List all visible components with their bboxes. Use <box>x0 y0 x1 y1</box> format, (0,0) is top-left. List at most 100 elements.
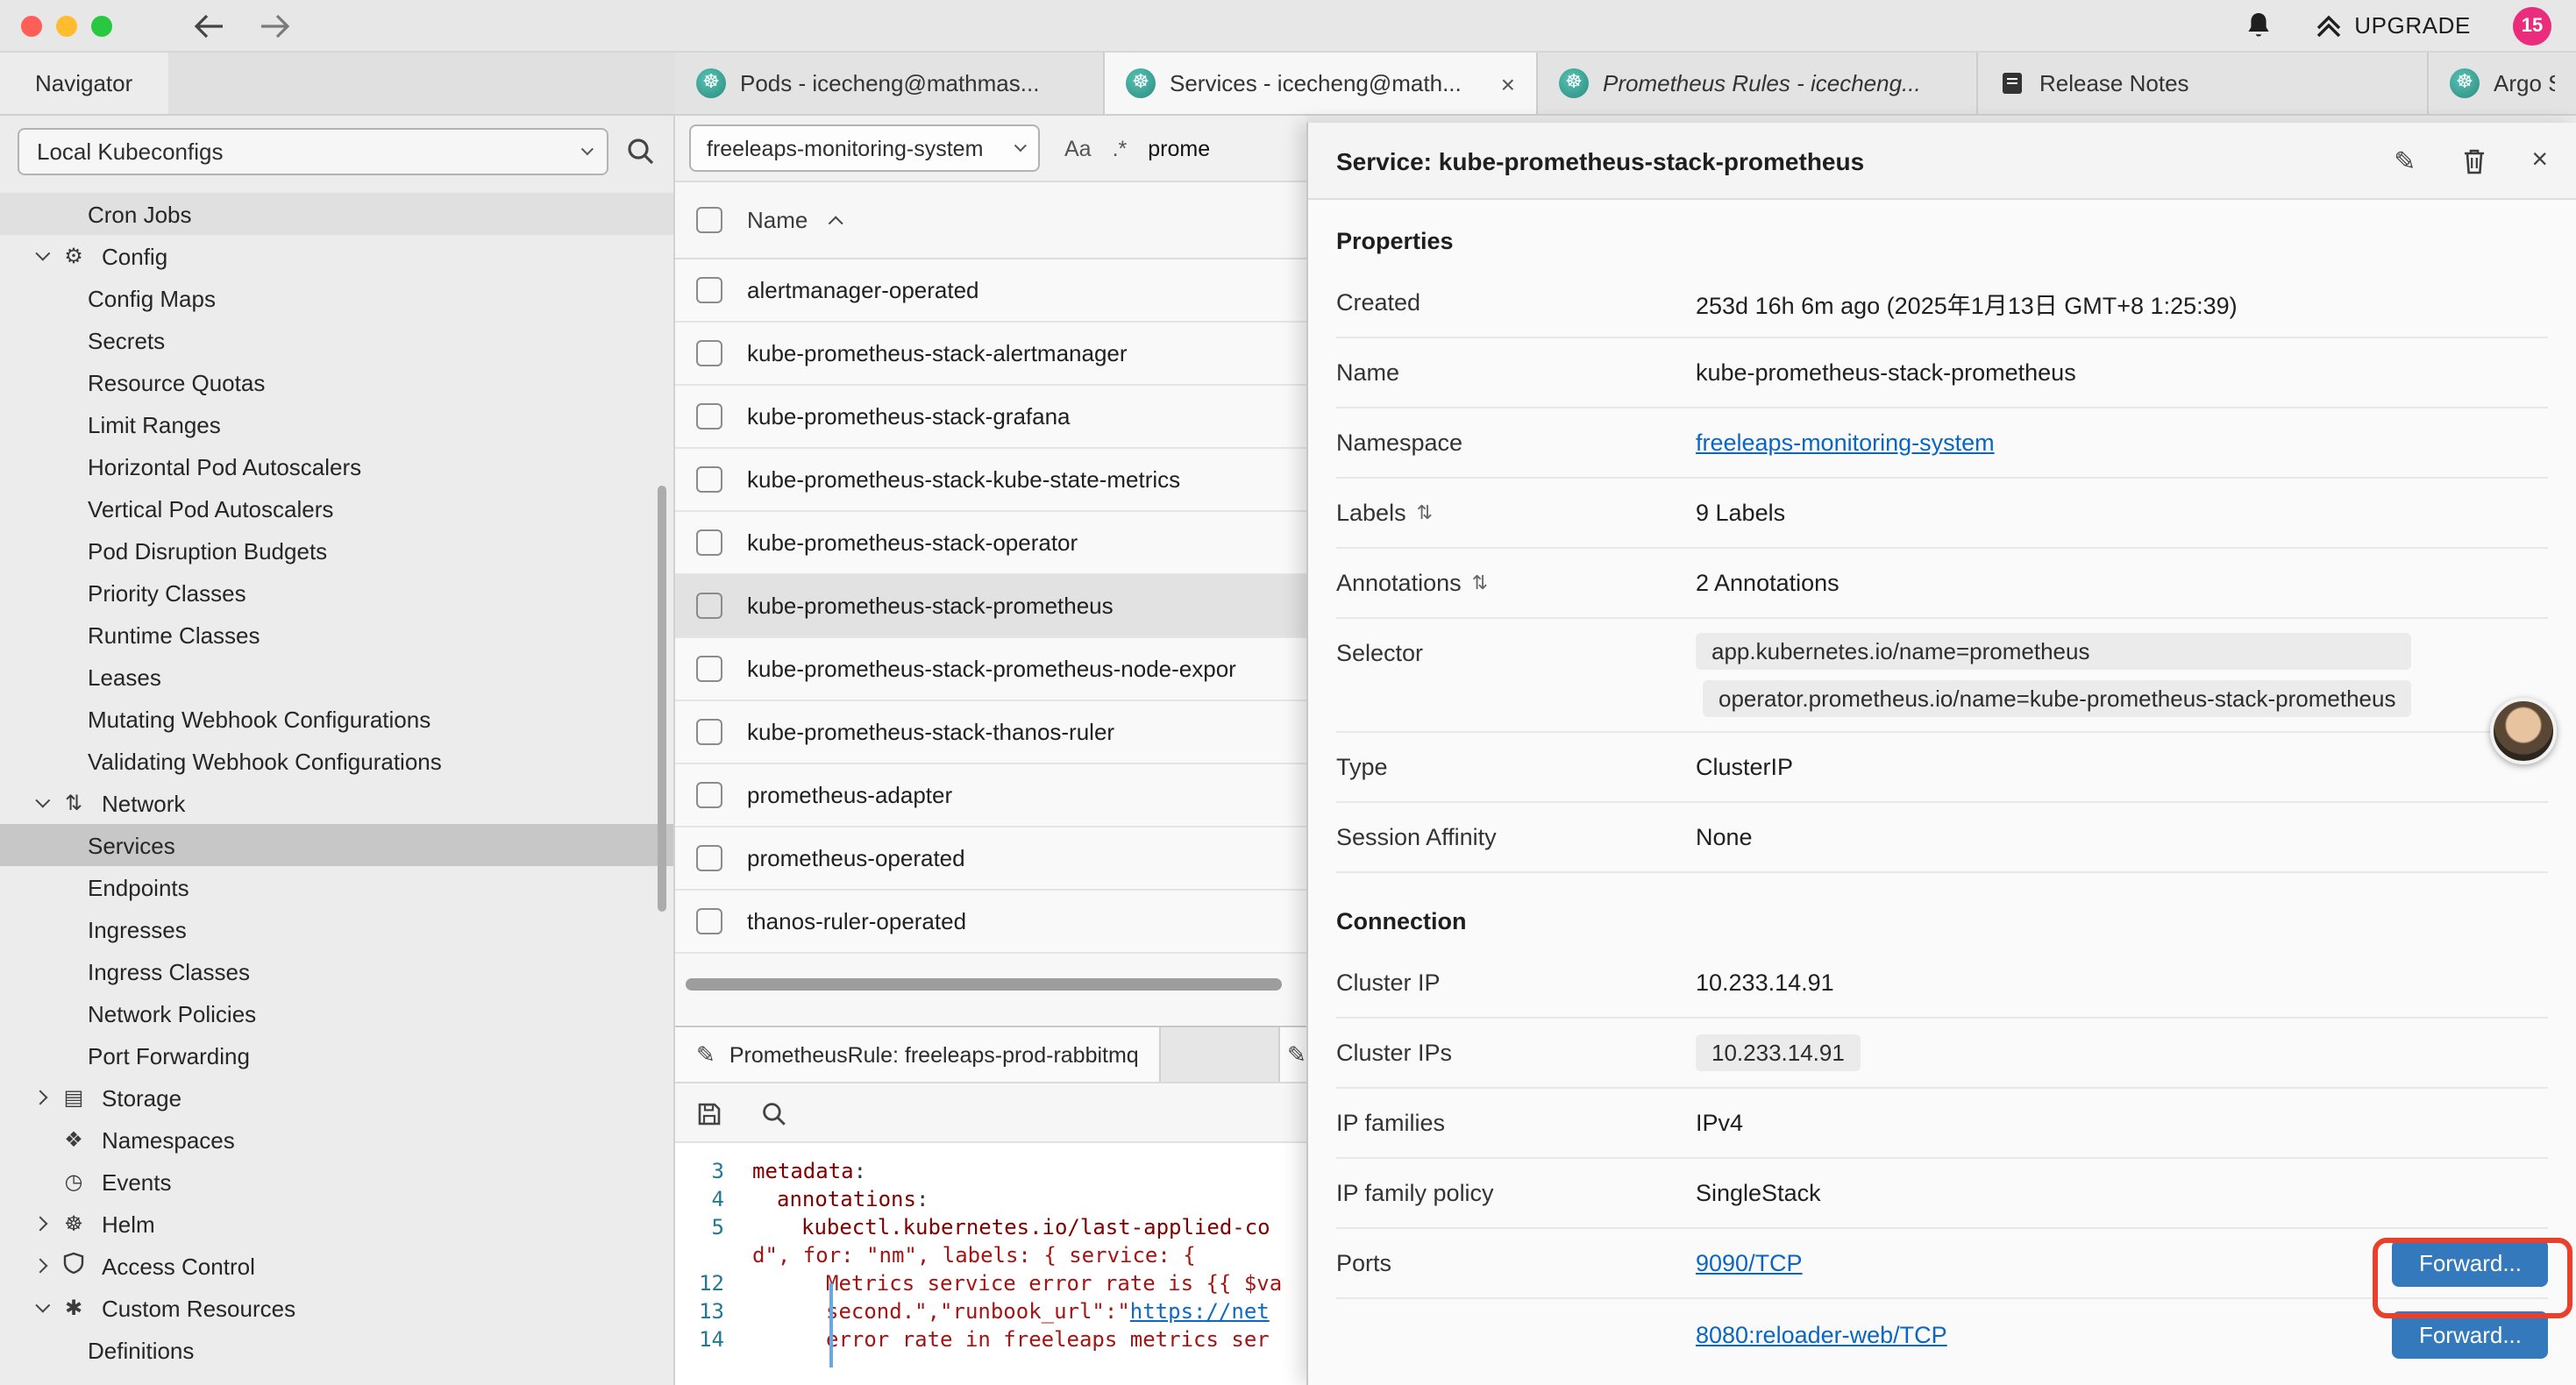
sort-icon[interactable]: ⇅ <box>1417 501 1433 524</box>
table-row[interactable]: kube-prometheus-stack-prometheus-node-ex… <box>675 638 1306 701</box>
editor-search-icon[interactable] <box>761 1100 787 1126</box>
yaml-editor[interactable]: 3metadata: 4annotations: 5kubectl.kubern… <box>675 1143 1306 1385</box>
tab-services[interactable]: ☸ Services - icecheng@math... × <box>1105 53 1538 114</box>
sidebar-item-horizontal-pod-autoscalers[interactable]: Horizontal Pod Autoscalers <box>0 445 675 487</box>
notification-bell-icon[interactable] <box>2244 11 2272 40</box>
row-checkbox[interactable] <box>696 908 722 934</box>
match-case-toggle[interactable]: Aa <box>1064 136 1092 160</box>
sidebar-item-resource-quotas[interactable]: Resource Quotas <box>0 361 675 403</box>
row-checkbox[interactable] <box>696 529 722 556</box>
back-arrow-icon[interactable] <box>193 13 224 38</box>
sidebar-item-services[interactable]: Services <box>0 824 675 866</box>
helm-icon: ☸ <box>60 1211 88 1236</box>
row-checkbox[interactable] <box>696 656 722 682</box>
table-row[interactable]: prometheus-adapter <box>675 764 1306 827</box>
chevron-down-icon <box>1014 139 1027 152</box>
sidebar-item-pod-disruption-budgets[interactable]: Pod Disruption Budgets <box>0 529 675 572</box>
select-all-checkbox[interactable] <box>696 207 722 233</box>
detail-row-namespace: Namespace freeleaps-monitoring-system <box>1336 408 2548 479</box>
regex-toggle[interactable]: .* <box>1113 136 1128 160</box>
sidebar-item-network-policies[interactable]: Network Policies <box>0 992 675 1034</box>
sidebar-item-events[interactable]: ◷Events <box>0 1161 675 1203</box>
port-link[interactable]: 8080:reloader-web/TCP <box>1696 1321 1947 1347</box>
sidebar-item-network[interactable]: ⇅Network <box>0 782 675 824</box>
sidebar-item-limit-ranges[interactable]: Limit Ranges <box>0 403 675 445</box>
port-link[interactable]: 9090/TCP <box>1696 1250 1803 1276</box>
service-details-drawer: Service: kube-prometheus-stack-prometheu… <box>1306 123 2576 1385</box>
sidebar-item-secrets[interactable]: Secrets <box>0 319 675 361</box>
row-checkbox[interactable] <box>696 593 722 619</box>
column-header-name[interactable]: Name <box>747 207 808 233</box>
kubeconfig-selector[interactable]: Local Kubeconfigs <box>18 127 608 174</box>
dock-tab-prometheusrule[interactable]: ✎ PrometheusRule: freeleaps-prod-rabbitm… <box>675 1027 1162 1082</box>
row-checkbox[interactable] <box>696 340 722 366</box>
row-checkbox[interactable] <box>696 466 722 493</box>
sidebar-item-namespaces[interactable]: ❖Namespaces <box>0 1119 675 1161</box>
sidebar-item-endpoints[interactable]: Endpoints <box>0 866 675 908</box>
table-row[interactable]: kube-prometheus-stack-kube-state-metrics <box>675 449 1306 512</box>
search-icon[interactable] <box>626 136 656 166</box>
table-row[interactable]: thanos-ruler-operated <box>675 891 1306 954</box>
horizontal-scrollbar[interactable] <box>686 978 1282 991</box>
sidebar-item-custom-resources[interactable]: ✱Custom Resources <box>0 1287 675 1329</box>
namespace-filter-select[interactable]: freeleaps-monitoring-system <box>689 124 1040 172</box>
notification-count-badge[interactable]: 15 <box>2513 6 2551 45</box>
sidebar-item-access-control[interactable]: Access Control <box>0 1245 675 1287</box>
row-checkbox[interactable] <box>696 782 722 808</box>
sidebar-item-storage[interactable]: ▤Storage <box>0 1076 675 1119</box>
sidebar-item-priority-classes[interactable]: Priority Classes <box>0 572 675 614</box>
sidebar-item-cron-jobs[interactable]: Cron Jobs <box>0 193 675 235</box>
delete-resource-icon[interactable] <box>2461 146 2486 174</box>
edit-resource-icon[interactable]: ✎ <box>2394 145 2416 176</box>
sidebar-item-validating-webhook-configurations[interactable]: Validating Webhook Configurations <box>0 740 675 782</box>
forward-button[interactable]: Forward... <box>2393 1239 2548 1287</box>
sidebar-item-config-maps[interactable]: Config Maps <box>0 277 675 319</box>
tab-argo[interactable]: ☸ Argo S <box>2429 53 2576 114</box>
row-checkbox[interactable] <box>696 403 722 430</box>
dock-tab-partial[interactable]: ✎ <box>1278 1027 1306 1082</box>
row-checkbox[interactable] <box>696 845 722 871</box>
table-row-selected[interactable]: kube-prometheus-stack-prometheus <box>675 575 1306 638</box>
table-row[interactable]: kube-prometheus-stack-operator <box>675 512 1306 575</box>
close-drawer-icon[interactable]: × <box>2531 145 2548 176</box>
tab-release-notes[interactable]: Release Notes <box>1978 53 2429 114</box>
table-row[interactable]: kube-prometheus-stack-grafana <box>675 386 1306 449</box>
row-checkbox[interactable] <box>696 277 722 303</box>
upgrade-button[interactable]: UPGRADE <box>2314 12 2471 39</box>
tab-pods[interactable]: ☸ Pods - icecheng@mathmas... <box>675 53 1105 114</box>
save-icon[interactable] <box>696 1100 722 1126</box>
sidebar-item-vertical-pod-autoscalers[interactable]: Vertical Pod Autoscalers <box>0 487 675 529</box>
forward-arrow-icon[interactable] <box>260 13 291 38</box>
sidebar-item-config[interactable]: ⚙Config <box>0 235 675 277</box>
sort-icon[interactable]: ⇅ <box>1472 572 1488 594</box>
table-header: Name <box>675 182 1306 259</box>
close-window-button[interactable] <box>21 15 42 36</box>
table-row[interactable]: kube-prometheus-stack-thanos-ruler <box>675 701 1306 764</box>
sidebar-item-ingresses[interactable]: Ingresses <box>0 908 675 950</box>
close-tab-icon[interactable]: × <box>1501 69 1515 97</box>
sidebar-scrollbar[interactable] <box>658 486 666 912</box>
sidebar-item-definitions[interactable]: Definitions <box>0 1329 675 1371</box>
tab-prometheus-rules[interactable]: ☸ Prometheus Rules - icecheng... <box>1538 53 1978 114</box>
window-controls <box>21 15 112 36</box>
table-row[interactable]: prometheus-operated <box>675 827 1306 891</box>
maximize-window-button[interactable] <box>91 15 112 36</box>
sidebar-item-ingress-classes[interactable]: Ingress Classes <box>0 950 675 992</box>
user-avatar[interactable] <box>2490 698 2557 764</box>
sidebar-item-helm[interactable]: ☸Helm <box>0 1203 675 1245</box>
namespace-link[interactable]: freeleaps-monitoring-system <box>1696 430 1995 456</box>
sidebar-item-port-forwarding[interactable]: Port Forwarding <box>0 1034 675 1076</box>
navigator-tab[interactable]: Navigator <box>0 53 167 114</box>
sidebar-item-mutating-webhook-configurations[interactable]: Mutating Webhook Configurations <box>0 698 675 740</box>
sidebar-item-leases[interactable]: Leases <box>0 656 675 698</box>
minimize-window-button[interactable] <box>56 15 77 36</box>
search-input[interactable]: prome <box>1148 136 1210 160</box>
row-checkbox[interactable] <box>696 719 722 745</box>
selector-badge: operator.prometheus.io/name=kube-prometh… <box>1703 680 2412 717</box>
table-row[interactable]: alertmanager-operated <box>675 259 1306 323</box>
cluster-ip-badge: 10.233.14.91 <box>1696 1034 1861 1071</box>
list-toolbar: freeleaps-monitoring-system Aa .* prome <box>675 116 1306 182</box>
table-row[interactable]: kube-prometheus-stack-alertmanager <box>675 323 1306 386</box>
sidebar-item-runtime-classes[interactable]: Runtime Classes <box>0 614 675 656</box>
forward-button[interactable]: Forward... <box>2393 1310 2548 1358</box>
